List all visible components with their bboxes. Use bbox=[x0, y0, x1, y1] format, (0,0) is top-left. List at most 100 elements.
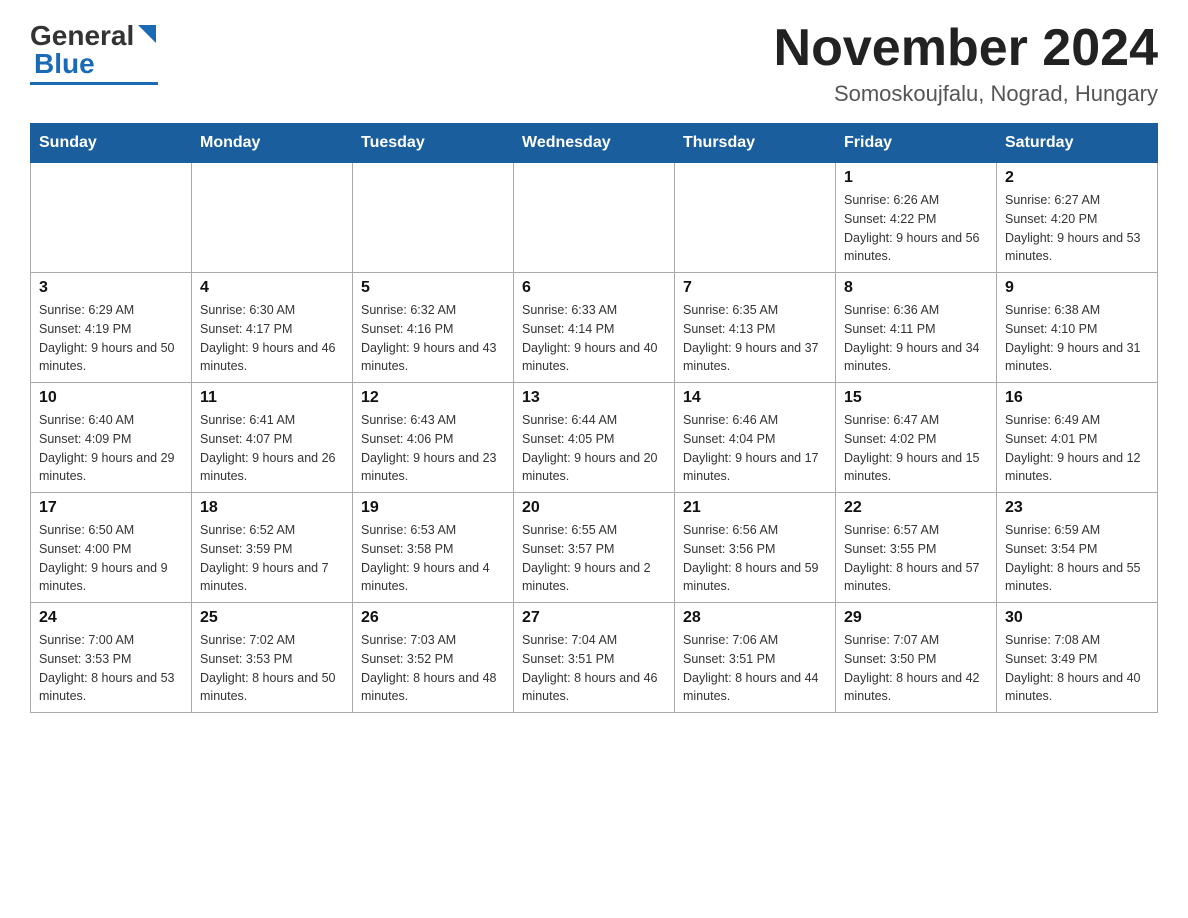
day-number: 9 bbox=[1005, 279, 1149, 297]
day-info: Sunrise: 6:36 AMSunset: 4:11 PMDaylight:… bbox=[844, 301, 988, 376]
day-info: Sunrise: 7:00 AMSunset: 3:53 PMDaylight:… bbox=[39, 631, 183, 706]
calendar-cell: 1Sunrise: 6:26 AMSunset: 4:22 PMDaylight… bbox=[836, 163, 997, 273]
week-row-3: 10Sunrise: 6:40 AMSunset: 4:09 PMDayligh… bbox=[31, 383, 1158, 493]
calendar-cell: 19 Sunrise: 6:53 AMSunset: 3:58 PMDayligh… bbox=[353, 493, 514, 603]
day-number: 26 bbox=[361, 609, 505, 627]
day-number: 22 bbox=[844, 499, 988, 517]
day-info: Sunrise: 7:02 AMSunset: 3:53 PMDaylight:… bbox=[200, 631, 344, 706]
calendar-cell: 29 Sunrise: 7:07 AMSunset: 3:50 PMDayligh… bbox=[836, 603, 997, 713]
day-info: Sunrise: 7:07 AMSunset: 3:50 PMDaylight:… bbox=[844, 631, 988, 706]
day-info: Sunrise: 6:57 AMSunset: 3:55 PMDaylight:… bbox=[844, 521, 988, 596]
day-info: Sunrise: 6:27 AMSunset: 4:20 PMDaylight:… bbox=[1005, 191, 1149, 266]
day-info: Sunrise: 6:49 AMSunset: 4:01 PMDaylight:… bbox=[1005, 411, 1149, 486]
calendar-cell: 17Sunrise: 6:50 AMSunset: 4:00 PMDayligh… bbox=[31, 493, 192, 603]
calendar-cell: 2 Sunrise: 6:27 AMSunset: 4:20 PMDaylight… bbox=[997, 163, 1158, 273]
calendar-cell: 12 Sunrise: 6:43 AMSunset: 4:06 PMDayligh… bbox=[353, 383, 514, 493]
col-header-sunday: Sunday bbox=[31, 124, 192, 163]
day-number: 18 bbox=[200, 499, 344, 517]
day-number: 21 bbox=[683, 499, 827, 517]
week-row-4: 17Sunrise: 6:50 AMSunset: 4:00 PMDayligh… bbox=[31, 493, 1158, 603]
calendar-cell bbox=[514, 163, 675, 273]
day-info: Sunrise: 6:33 AMSunset: 4:14 PMDaylight:… bbox=[522, 301, 666, 376]
day-number: 30 bbox=[1005, 609, 1149, 627]
calendar-cell bbox=[192, 163, 353, 273]
day-info: Sunrise: 6:56 AMSunset: 3:56 PMDaylight:… bbox=[683, 521, 827, 596]
day-number: 25 bbox=[200, 609, 344, 627]
day-number: 27 bbox=[522, 609, 666, 627]
calendar-cell bbox=[675, 163, 836, 273]
month-title: November 2024 bbox=[774, 20, 1158, 77]
day-info: Sunrise: 6:43 AMSunset: 4:06 PMDaylight:… bbox=[361, 411, 505, 486]
day-info: Sunrise: 6:38 AMSunset: 4:10 PMDaylight:… bbox=[1005, 301, 1149, 376]
calendar-cell: 11 Sunrise: 6:41 AMSunset: 4:07 PMDayligh… bbox=[192, 383, 353, 493]
calendar-cell bbox=[31, 163, 192, 273]
day-number: 8 bbox=[844, 279, 988, 297]
calendar-cell: 20Sunrise: 6:55 AMSunset: 3:57 PMDayligh… bbox=[514, 493, 675, 603]
calendar-cell: 4 Sunrise: 6:30 AMSunset: 4:17 PMDaylight… bbox=[192, 273, 353, 383]
day-number: 20 bbox=[522, 499, 666, 517]
day-info: Sunrise: 7:04 AMSunset: 3:51 PMDaylight:… bbox=[522, 631, 666, 706]
day-info: Sunrise: 7:08 AMSunset: 3:49 PMDaylight:… bbox=[1005, 631, 1149, 706]
day-info: Sunrise: 6:30 AMSunset: 4:17 PMDaylight:… bbox=[200, 301, 344, 376]
day-info: Sunrise: 6:29 AMSunset: 4:19 PMDaylight:… bbox=[39, 301, 183, 376]
calendar-table: SundayMondayTuesdayWednesdayThursdayFrid… bbox=[30, 123, 1158, 713]
day-info: Sunrise: 6:52 AMSunset: 3:59 PMDaylight:… bbox=[200, 521, 344, 596]
location-subtitle: Somoskoujfalu, Nograd, Hungary bbox=[774, 81, 1158, 107]
calendar-cell: 5 Sunrise: 6:32 AMSunset: 4:16 PMDaylight… bbox=[353, 273, 514, 383]
logo: General Blue bbox=[30, 20, 158, 85]
calendar-cell: 24Sunrise: 7:00 AMSunset: 3:53 PMDayligh… bbox=[31, 603, 192, 713]
day-info: Sunrise: 6:40 AMSunset: 4:09 PMDaylight:… bbox=[39, 411, 183, 486]
day-info: Sunrise: 6:50 AMSunset: 4:00 PMDaylight:… bbox=[39, 521, 183, 596]
day-number: 5 bbox=[361, 279, 505, 297]
day-info: Sunrise: 7:06 AMSunset: 3:51 PMDaylight:… bbox=[683, 631, 827, 706]
calendar-cell: 18 Sunrise: 6:52 AMSunset: 3:59 PMDayligh… bbox=[192, 493, 353, 603]
calendar-cell: 16 Sunrise: 6:49 AMSunset: 4:01 PMDayligh… bbox=[997, 383, 1158, 493]
calendar-header-row: SundayMondayTuesdayWednesdayThursdayFrid… bbox=[31, 124, 1158, 163]
day-number: 14 bbox=[683, 389, 827, 407]
day-number: 2 bbox=[1005, 169, 1149, 187]
calendar-cell: 27 Sunrise: 7:04 AMSunset: 3:51 PMDayligh… bbox=[514, 603, 675, 713]
day-number: 29 bbox=[844, 609, 988, 627]
calendar-cell: 30 Sunrise: 7:08 AMSunset: 3:49 PMDayligh… bbox=[997, 603, 1158, 713]
day-info: Sunrise: 7:03 AMSunset: 3:52 PMDaylight:… bbox=[361, 631, 505, 706]
calendar-cell: 28 Sunrise: 7:06 AMSunset: 3:51 PMDayligh… bbox=[675, 603, 836, 713]
calendar-cell: 14 Sunrise: 6:46 AMSunset: 4:04 PMDayligh… bbox=[675, 383, 836, 493]
day-number: 15 bbox=[844, 389, 988, 407]
day-info: Sunrise: 6:41 AMSunset: 4:07 PMDaylight:… bbox=[200, 411, 344, 486]
calendar-cell: 6 Sunrise: 6:33 AMSunset: 4:14 PMDaylight… bbox=[514, 273, 675, 383]
calendar-cell: 22 Sunrise: 6:57 AMSunset: 3:55 PMDayligh… bbox=[836, 493, 997, 603]
calendar-cell: 25 Sunrise: 7:02 AMSunset: 3:53 PMDayligh… bbox=[192, 603, 353, 713]
col-header-saturday: Saturday bbox=[997, 124, 1158, 163]
calendar-cell: 15Sunrise: 6:47 AMSunset: 4:02 PMDayligh… bbox=[836, 383, 997, 493]
calendar-cell: 13Sunrise: 6:44 AMSunset: 4:05 PMDayligh… bbox=[514, 383, 675, 493]
day-info: Sunrise: 6:53 AMSunset: 3:58 PMDaylight:… bbox=[361, 521, 505, 596]
week-row-1: 1Sunrise: 6:26 AMSunset: 4:22 PMDaylight… bbox=[31, 163, 1158, 273]
col-header-tuesday: Tuesday bbox=[353, 124, 514, 163]
day-number: 6 bbox=[522, 279, 666, 297]
day-number: 11 bbox=[200, 389, 344, 407]
day-number: 19 bbox=[361, 499, 505, 517]
day-info: Sunrise: 6:44 AMSunset: 4:05 PMDaylight:… bbox=[522, 411, 666, 486]
day-info: Sunrise: 6:35 AMSunset: 4:13 PMDaylight:… bbox=[683, 301, 827, 376]
day-number: 28 bbox=[683, 609, 827, 627]
logo-triangle-icon bbox=[136, 23, 158, 45]
col-header-friday: Friday bbox=[836, 124, 997, 163]
day-info: Sunrise: 6:46 AMSunset: 4:04 PMDaylight:… bbox=[683, 411, 827, 486]
day-number: 4 bbox=[200, 279, 344, 297]
col-header-wednesday: Wednesday bbox=[514, 124, 675, 163]
logo-underline bbox=[30, 82, 158, 85]
week-row-5: 24Sunrise: 7:00 AMSunset: 3:53 PMDayligh… bbox=[31, 603, 1158, 713]
day-number: 1 bbox=[844, 169, 988, 187]
day-info: Sunrise: 6:32 AMSunset: 4:16 PMDaylight:… bbox=[361, 301, 505, 376]
day-number: 12 bbox=[361, 389, 505, 407]
calendar-cell: 21 Sunrise: 6:56 AMSunset: 3:56 PMDayligh… bbox=[675, 493, 836, 603]
logo-text-blue: Blue bbox=[34, 48, 95, 80]
day-number: 7 bbox=[683, 279, 827, 297]
day-number: 16 bbox=[1005, 389, 1149, 407]
col-header-monday: Monday bbox=[192, 124, 353, 163]
day-number: 23 bbox=[1005, 499, 1149, 517]
calendar-cell: 10Sunrise: 6:40 AMSunset: 4:09 PMDayligh… bbox=[31, 383, 192, 493]
calendar-cell: 7 Sunrise: 6:35 AMSunset: 4:13 PMDaylight… bbox=[675, 273, 836, 383]
page-header: General Blue November 2024 Somoskoujfalu… bbox=[30, 20, 1158, 107]
day-info: Sunrise: 6:59 AMSunset: 3:54 PMDaylight:… bbox=[1005, 521, 1149, 596]
